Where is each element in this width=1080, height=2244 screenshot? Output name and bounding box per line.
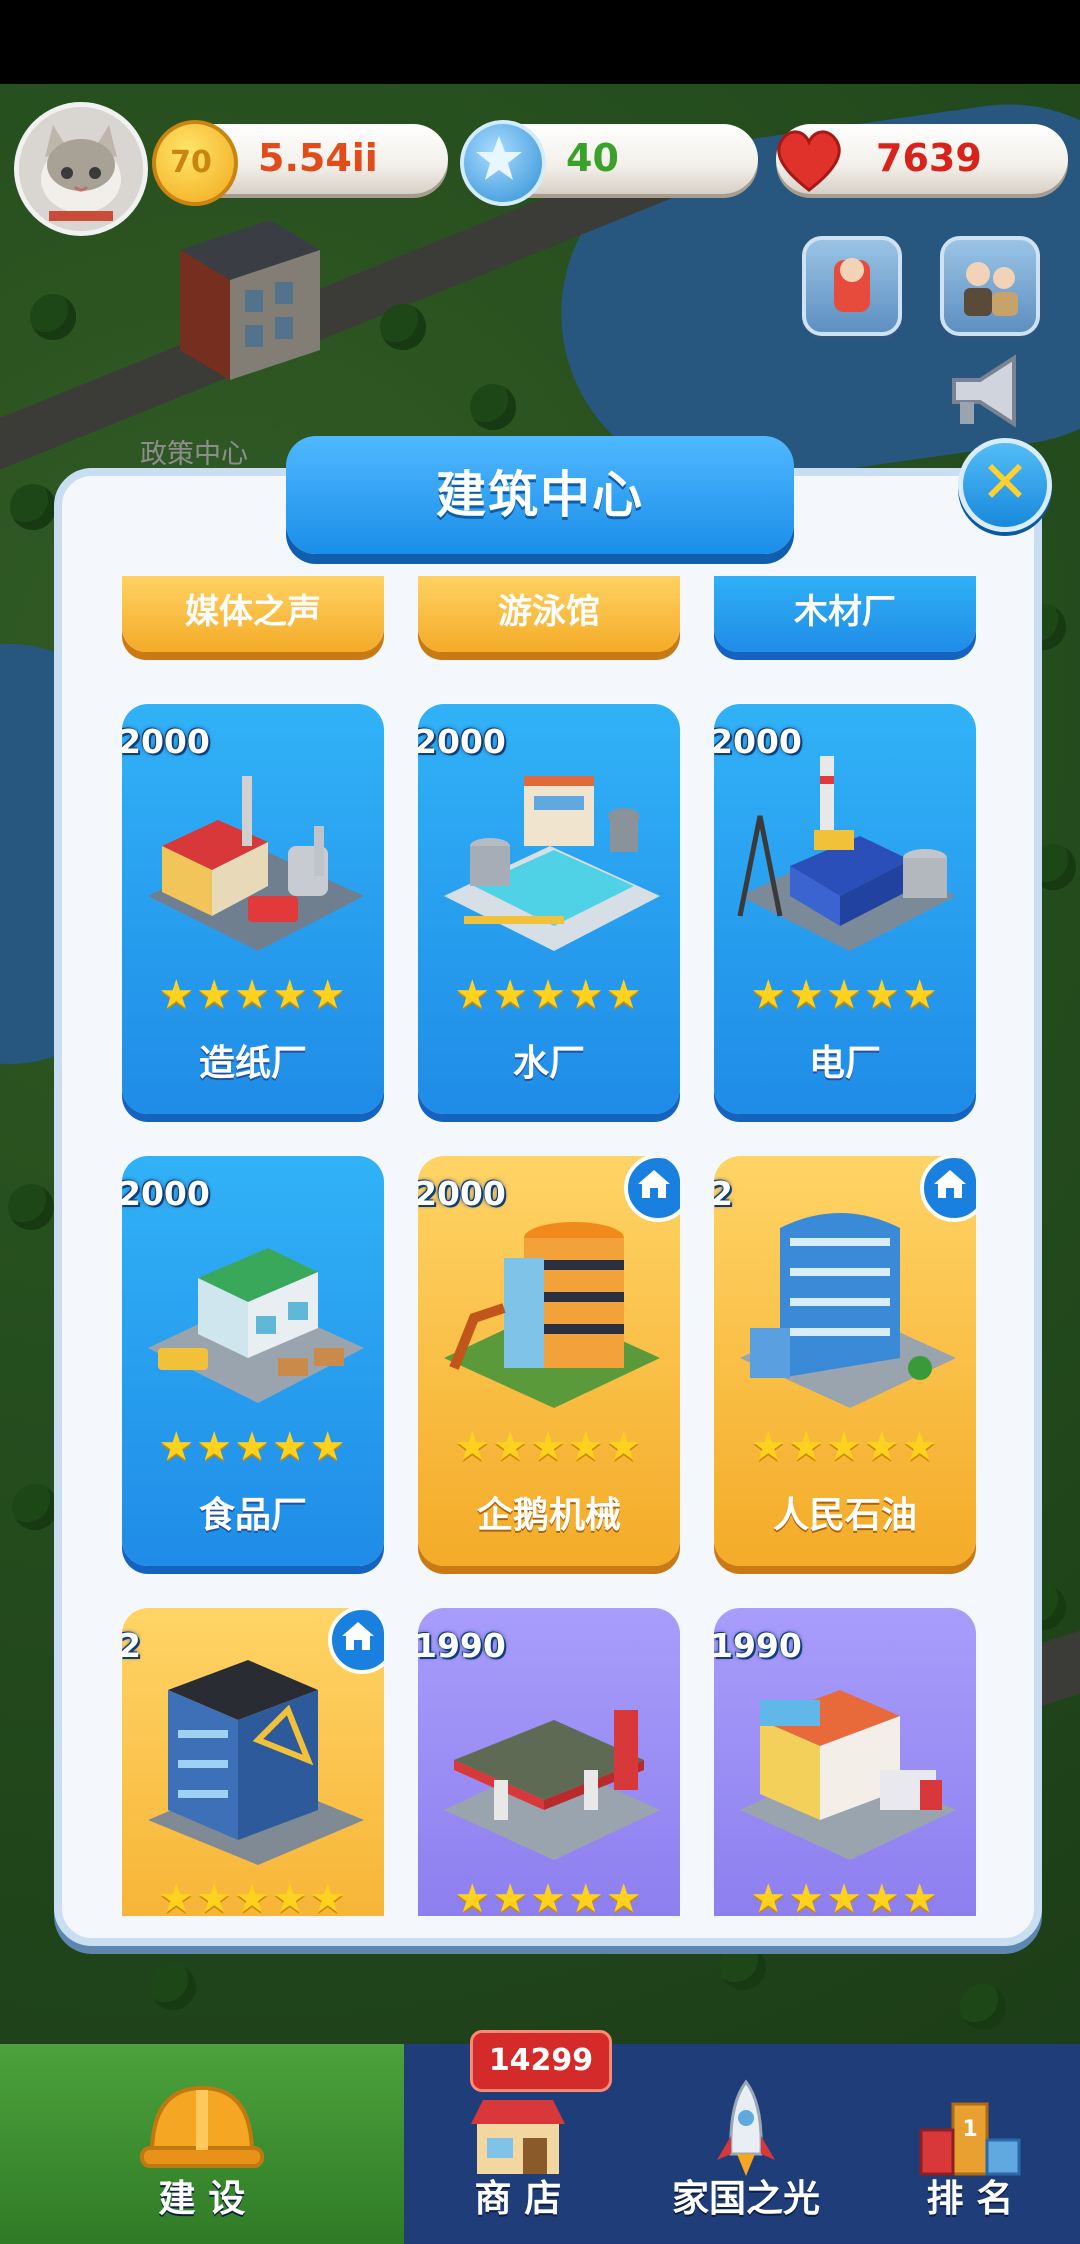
building-card-logistics[interactable]: 1990 ★★★★★ [714,1608,976,1916]
heart-icon [770,120,848,198]
building-price: 2000 [714,722,802,761]
star-gem-icon [460,120,546,206]
star-rating: ★★★★★ [750,972,940,1018]
hearts-value: 7639 [876,136,982,180]
people-icon [964,262,1018,316]
star-rating: ★★★★★ [750,1876,940,1916]
paper-mill-illustration [148,776,364,951]
building-price: 2 [122,1626,141,1665]
building-price: 2000 [122,722,210,761]
star-rating: ★★★★★ [158,972,348,1018]
building-name: 造纸厂 [198,1043,307,1084]
character-icon [834,258,870,312]
nav-label: 排 名 [926,2177,1014,2220]
logistics-illustration [740,1690,956,1860]
peoples-oil-illustration [740,1213,956,1408]
coin-icon: 70 [152,120,238,206]
building-price: 2000 [418,1174,506,1213]
building-price: 2000 [418,722,506,761]
friends-button[interactable] [940,236,1040,336]
building-price: 2000 [122,1174,210,1213]
water-plant-illustration [444,776,660,951]
megaphone-icon[interactable] [944,346,1034,436]
building-card-paper-mill[interactable]: 2000 ★★★★★ 造纸厂 [122,704,384,1114]
cat-avatar-icon [19,107,143,231]
building-card-water-plant[interactable]: 2000 ★★★★★ 水厂 [418,704,680,1114]
building-name: 人民石油 [772,1495,917,1536]
building-price: 1990 [714,1626,802,1665]
food-factory-illustration [148,1248,364,1403]
building-center-dialog: 媒体之声 游泳馆 木材厂 2000 ★★★★★ 造纸厂 2000 ★★★★★ 水… [54,468,1042,1946]
building-card-peoples-oil[interactable]: 2 ★★★★★ 人民石油 [714,1156,976,1566]
status-bar [0,0,1080,84]
building-name: 电厂 [808,1043,881,1084]
star-rating: ★★★★★ [750,1424,940,1470]
player-avatar[interactable] [14,102,148,236]
building-name: 水厂 [512,1043,585,1084]
building-grid[interactable]: 媒体之声 游泳馆 木材厂 2000 ★★★★★ 造纸厂 2000 ★★★★★ 水… [90,576,1006,1916]
power-plant-illustration [737,756,956,951]
building-card-gas-station[interactable]: 1990 ★★★★★ [418,1608,680,1916]
star-rating: ★★★★★ [454,1876,644,1916]
building-name: 企鹅机械 [476,1495,621,1536]
gas-station-illustration [444,1710,660,1860]
nav-homeland-light[interactable]: 家国之光 [632,2044,860,2244]
gems-value: 40 [566,136,619,180]
close-icon: ✕ [980,448,1030,516]
coins-counter[interactable]: 70 5.54ii [152,120,448,206]
building-card-partial[interactable]: 游泳馆 [418,576,680,652]
building-price: 1990 [418,1626,506,1665]
building-card-office-tower[interactable]: 2 ★★★★★ [122,1608,384,1916]
svg-text:1: 1 [962,2117,977,2142]
star-rating: ★★★★★ [158,1876,348,1916]
dialog-title: 建筑中心 [436,466,644,524]
nav-label: 家国之光 [672,2177,820,2220]
building-name: 游泳馆 [498,592,600,632]
building-name: 食品厂 [198,1495,307,1536]
penguin-machinery-illustration [444,1222,660,1408]
star-rating: ★★★★★ [454,972,644,1018]
shop-badge: 14299 [470,2030,612,2092]
star-rating: ★★★★★ [158,1424,348,1470]
nav-label: 商 店 [474,2177,562,2220]
building-name: 木材厂 [794,592,896,632]
nav-ranking[interactable]: 1 排 名 [860,2044,1080,2244]
building-card-partial[interactable]: 木材厂 [714,576,976,652]
svg-text:70: 70 [170,145,212,180]
nav-build[interactable]: 建 设 [0,2044,404,2244]
building-card-power-plant[interactable]: 2000 ★★★★★ 电厂 [714,704,976,1114]
building-card-food-factory[interactable]: 2000 ★★★★★ 食品厂 [122,1156,384,1566]
building-card-penguin-machinery[interactable]: 2000 ★★★★★ 企鹅机械 [418,1156,680,1566]
close-button[interactable]: ✕ [958,438,1052,532]
building-price: 2 [714,1174,733,1213]
gems-counter[interactable]: 40 [460,120,758,206]
office-tower-illustration [148,1660,364,1865]
building-card-partial[interactable]: 媒体之声 [122,576,384,652]
coins-value: 5.54ii [258,136,378,180]
dialog-title-banner: 建筑中心 [286,436,794,554]
star-rating: ★★★★★ [454,1424,644,1470]
hearts-counter[interactable]: 7639 [776,124,1068,194]
shop-badge-count: 14299 [488,2043,594,2078]
nav-label: 建 设 [158,2177,246,2220]
event-button[interactable] [802,236,902,336]
building-name: 媒体之声 [185,592,321,632]
